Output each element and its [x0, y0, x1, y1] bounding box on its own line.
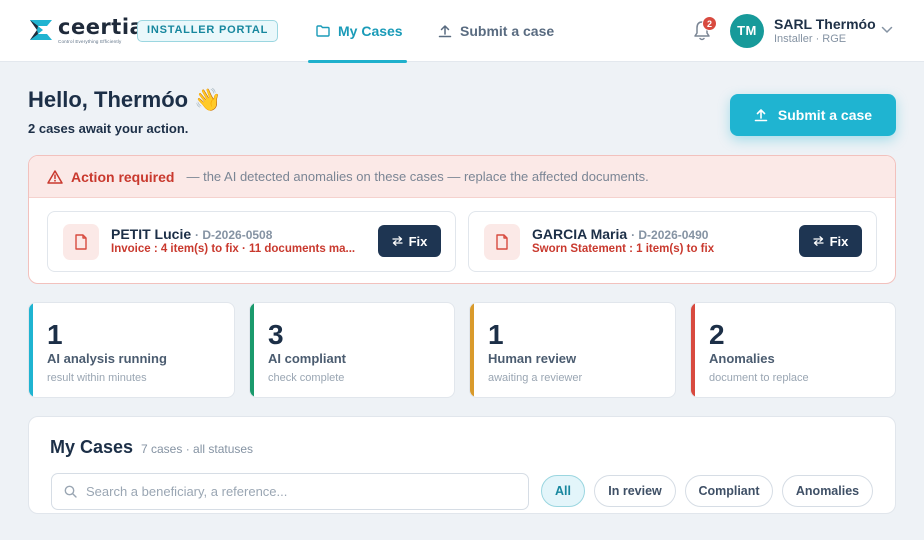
filter-anomalies[interactable]: Anomalies	[782, 475, 873, 507]
user-role: Installer · RGE	[774, 33, 847, 45]
case-beneficiary: GARCIA Maria · D-2026-0490	[532, 226, 708, 242]
filter-in-review[interactable]: In review	[594, 475, 676, 507]
stat-sublabel: result within minutes	[47, 372, 147, 384]
tab-submit-case[interactable]: Submit a case	[438, 0, 554, 62]
section-title: My Cases	[50, 437, 134, 457]
portal-badge: INSTALLER PORTAL	[137, 20, 279, 42]
filter-all[interactable]: All	[541, 475, 585, 507]
submit-case-button[interactable]: Submit a case	[730, 94, 896, 136]
stat-value: 1	[488, 319, 504, 350]
anomaly-case-card[interactable]: PETIT Lucie · D-2026-0508 Invoice : 4 it…	[47, 211, 456, 272]
search-icon	[64, 485, 77, 498]
stat-sublabel: awaiting a reviewer	[488, 372, 583, 384]
action-required-title: Action required	[71, 168, 175, 185]
tab-submit-case-label: Submit a case	[460, 23, 555, 39]
warning-icon	[47, 169, 63, 184]
submit-case-button-label: Submit a case	[777, 107, 873, 123]
case-reference: · D-2026-0490	[631, 228, 709, 242]
swap-icon	[391, 236, 403, 246]
notification-badge: 2	[702, 16, 717, 31]
my-cases-panel: My Cases 7 cases · all statuses All In r…	[28, 416, 896, 514]
upload-icon	[438, 25, 452, 38]
page-subtitle: 2 cases await your action.	[28, 121, 189, 136]
fix-button-label: Fix	[408, 233, 428, 249]
top-header: ceertia Control Everything Efficiently I…	[0, 0, 924, 63]
tab-my-cases-label: My Cases	[338, 23, 403, 39]
user-avatar[interactable]: TM	[730, 14, 764, 48]
stat-label: Human review	[488, 351, 577, 366]
stat-value: 2	[709, 319, 725, 350]
action-required-description: — the AI detected anomalies on these cas…	[186, 169, 649, 184]
fix-button[interactable]: Fix	[799, 225, 862, 257]
chevron-down-icon[interactable]	[881, 26, 893, 34]
brand-name: ceertia	[58, 15, 145, 39]
case-issue: Sworn Statement : 1 item(s) to fix	[532, 243, 715, 255]
fix-button[interactable]: Fix	[378, 225, 441, 257]
stat-label: AI analysis running	[47, 351, 167, 366]
anomaly-case-card[interactable]: GARCIA Maria · D-2026-0490 Sworn Stateme…	[468, 211, 877, 272]
document-icon	[484, 224, 520, 260]
case-reference: · D-2026-0508	[195, 228, 273, 242]
stat-card-human-review[interactable]: 1 Human review awaiting a reviewer	[469, 302, 676, 398]
stat-card-ai-compliant[interactable]: 3 AI compliant check complete	[249, 302, 455, 398]
case-beneficiary: PETIT Lucie · D-2026-0508	[111, 226, 272, 242]
stat-card-anomalies[interactable]: 2 Anomalies document to replace	[690, 302, 896, 398]
case-beneficiary-name: GARCIA Maria	[532, 226, 628, 242]
swap-icon	[812, 236, 824, 246]
stat-sublabel: document to replace	[709, 372, 809, 384]
stat-label: AI compliant	[268, 351, 347, 366]
ceertia-logo-icon	[30, 20, 52, 40]
tab-my-cases[interactable]: My Cases	[308, 0, 407, 63]
action-required-header: Action required — the AI detected anomal…	[29, 156, 895, 198]
user-name[interactable]: SARL Thermóo	[774, 16, 876, 32]
brand-logo[interactable]: ceertia Control Everything Efficiently	[28, 17, 144, 45]
search-input[interactable]	[86, 484, 516, 499]
cases-count: 7 cases · all statuses	[141, 442, 254, 456]
stat-value: 1	[47, 319, 63, 350]
folder-icon	[316, 25, 330, 37]
case-beneficiary-name: PETIT Lucie	[111, 226, 192, 242]
stat-label: Anomalies	[709, 351, 775, 366]
filter-compliant[interactable]: Compliant	[685, 475, 773, 507]
upload-icon	[754, 109, 768, 122]
brand-tagline: Control Everything Efficiently	[58, 39, 122, 44]
stat-sublabel: check complete	[268, 372, 345, 384]
search-box[interactable]	[51, 473, 529, 510]
stat-value: 3	[268, 319, 284, 350]
page-title: Hello, Thermóo 👋	[28, 87, 222, 112]
stat-card-ai-analysis[interactable]: 1 AI analysis running result within minu…	[28, 302, 235, 398]
document-icon	[63, 224, 99, 260]
fix-button-label: Fix	[829, 233, 849, 249]
case-issue: Invoice : 4 item(s) to fix · 11 document…	[111, 243, 356, 255]
action-required-panel: Action required — the AI detected anomal…	[28, 155, 896, 284]
